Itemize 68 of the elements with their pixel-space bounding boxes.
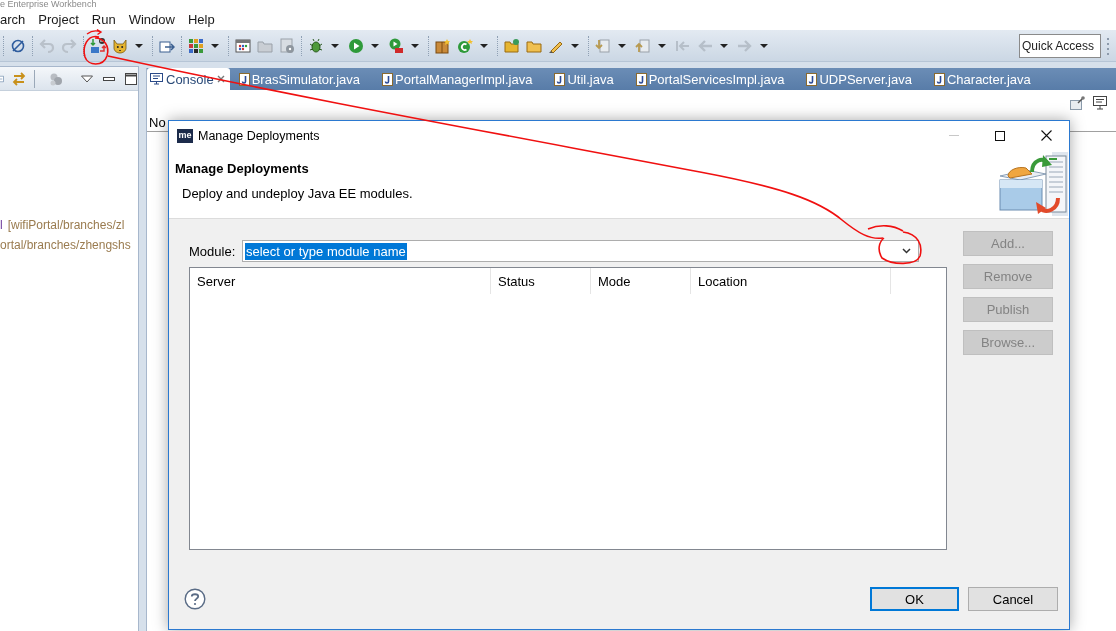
- console-message: No: [149, 115, 166, 130]
- editor-tab[interactable]: PortalServicesImpl.java: [626, 68, 798, 90]
- caret-icon[interactable]: [760, 43, 768, 48]
- column-header[interactable]: Location: [691, 268, 891, 294]
- help-icon[interactable]: [184, 588, 206, 610]
- grip-icon[interactable]: [1107, 35, 1110, 56]
- tree-decoration: [wifiPortal/branches/zl: [7, 217, 125, 234]
- editor-tab[interactable]: Character.java: [924, 68, 1044, 90]
- window-title: e Enterprise Workbench: [0, 0, 97, 9]
- java-file-icon: [238, 72, 250, 86]
- menu-item[interactable]: Help: [187, 12, 215, 27]
- close-icon[interactable]: [1040, 130, 1052, 141]
- dialog-title: Manage Deployments: [198, 128, 320, 143]
- java-file-icon: [933, 72, 945, 86]
- caret-icon[interactable]: [411, 43, 419, 48]
- column-header[interactable]: Mode: [591, 268, 691, 294]
- caret-icon[interactable]: [480, 43, 488, 48]
- dialog-button[interactable]: Cancel: [968, 587, 1058, 611]
- maximize-icon[interactable]: [124, 71, 138, 86]
- caret-icon[interactable]: [902, 248, 911, 254]
- caret-icon[interactable]: [720, 43, 728, 48]
- annotation-circle: [83, 28, 109, 65]
- window-icon[interactable]: [235, 37, 251, 54]
- maximize-icon[interactable]: [995, 130, 1005, 141]
- tree-decoration: ortal/branches/zhengshs: [0, 237, 131, 254]
- crossed-circle-icon[interactable]: [10, 37, 26, 54]
- editor-tab[interactable]: PortalManagerImpl.java: [373, 68, 546, 90]
- menu-item[interactable]: Window: [128, 12, 175, 27]
- arrows-icon[interactable]: [90, 37, 106, 54]
- console-icon: [150, 73, 163, 85]
- dialog-description: Deploy and undeploy Java EE modules.: [182, 186, 414, 201]
- class-icon[interactable]: [457, 37, 473, 54]
- quick-access-field[interactable]: Quick Access: [1019, 33, 1101, 58]
- module-combo[interactable]: select or type module name: [242, 240, 919, 262]
- java-file-icon: [806, 72, 818, 86]
- editor-tab[interactable]: UDPServer.java: [797, 68, 925, 90]
- play-icon[interactable]: [348, 37, 364, 54]
- editor-tab[interactable]: Console: [147, 68, 230, 90]
- column-header[interactable]: Status: [491, 268, 591, 294]
- java-file-icon: [382, 72, 394, 86]
- tree-label: l: [0, 217, 3, 234]
- dialog-heading: Manage Deployments: [175, 161, 310, 176]
- bug-icon[interactable]: [308, 37, 324, 54]
- grid-icon[interactable]: [188, 37, 204, 54]
- menu-item[interactable]: Project: [38, 12, 79, 27]
- package-icon[interactable]: [435, 37, 451, 54]
- folder-open-icon[interactable]: [504, 37, 520, 54]
- pin-icon[interactable]: [1070, 95, 1085, 110]
- play-server-icon[interactable]: [388, 37, 404, 54]
- module-label: Module:: [189, 243, 237, 259]
- column-header[interactable]: Server: [190, 268, 491, 294]
- caret-icon[interactable]: [618, 43, 626, 48]
- cat-icon[interactable]: [112, 37, 128, 54]
- display-icon[interactable]: [1093, 95, 1107, 110]
- menu-item[interactable]: Run: [91, 12, 116, 27]
- editor-tab[interactable]: Util.java: [545, 68, 627, 90]
- java-file-icon: [635, 72, 647, 86]
- editor-tab[interactable]: BrasSimulator.java: [229, 68, 374, 90]
- caret-icon[interactable]: [571, 43, 579, 48]
- caret-icon[interactable]: [211, 43, 219, 48]
- menu-item[interactable]: arch: [0, 12, 26, 27]
- app-logo: me: [177, 128, 193, 143]
- caret-icon[interactable]: [331, 43, 339, 48]
- caret-icon[interactable]: [371, 43, 379, 48]
- caret-icon[interactable]: [135, 43, 143, 48]
- caret-icon[interactable]: [658, 43, 666, 48]
- dialog-button[interactable]: OK: [870, 587, 959, 611]
- java-file-icon: [554, 72, 566, 86]
